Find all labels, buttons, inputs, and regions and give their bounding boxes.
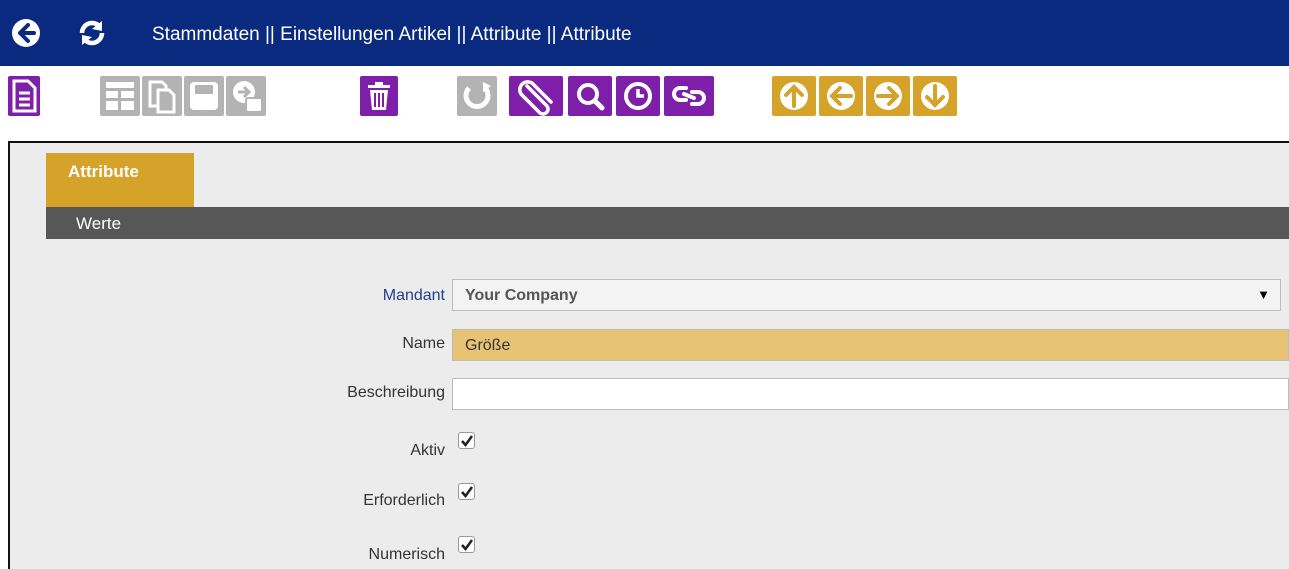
previous-record-button[interactable]: [819, 76, 863, 116]
history-button[interactable]: [616, 76, 660, 116]
section-header[interactable]: Werte: [46, 207, 1289, 239]
mandant-value: Your Company: [465, 287, 578, 304]
breadcrumb: Stammdaten || Einstellungen Artikel || A…: [152, 24, 632, 45]
undo-icon: [463, 82, 491, 109]
clock-icon: [624, 82, 652, 110]
mandant-select[interactable]: Your Company ▼: [452, 279, 1281, 311]
undo-button[interactable]: [457, 76, 497, 116]
tab-attribute[interactable]: Attribute: [46, 153, 194, 209]
refresh-icon[interactable]: [76, 17, 108, 49]
save-and-new-button[interactable]: [226, 76, 266, 116]
paperclip-icon: [518, 80, 553, 116]
save-icon: [190, 82, 218, 110]
search-button[interactable]: [568, 76, 612, 116]
form-panel: Attribute Werte Mandant Your Company ▼ N…: [8, 141, 1289, 569]
chevron-down-icon: ▼: [1257, 287, 1270, 302]
arrow-right-icon: [874, 82, 902, 110]
name-label: Name: [402, 335, 445, 352]
erforderlich-label: Erforderlich: [363, 492, 445, 509]
new-record-button[interactable]: [8, 76, 40, 116]
trash-icon: [368, 82, 390, 110]
mandant-label: Mandant: [382, 287, 445, 304]
last-record-button[interactable]: [913, 76, 957, 116]
title-bar: Stammdaten || Einstellungen Artikel || A…: [0, 0, 1289, 66]
arrow-left-icon: [827, 82, 855, 110]
beschreibung-field[interactable]: [452, 378, 1289, 410]
grid-icon: [106, 82, 134, 110]
save-button[interactable]: [184, 76, 224, 116]
link-icon: [672, 86, 706, 106]
search-icon: [577, 83, 605, 111]
first-record-button[interactable]: [772, 76, 816, 116]
copy-record-button[interactable]: [142, 76, 182, 116]
delete-button[interactable]: [360, 76, 398, 116]
numerisch-label: Numerisch: [368, 546, 445, 563]
link-button[interactable]: [664, 76, 714, 116]
attachment-button[interactable]: [509, 76, 563, 116]
arrow-down-icon: [921, 82, 949, 110]
name-field[interactable]: Größe: [452, 329, 1289, 361]
save-new-icon: [233, 81, 263, 113]
checkmark-icon: [461, 486, 474, 499]
erforderlich-checkbox[interactable]: [458, 483, 475, 500]
toolbar: [0, 66, 1289, 142]
beschreibung-label: Beschreibung: [347, 384, 445, 401]
aktiv-label: Aktiv: [410, 442, 445, 459]
grid-toggle-button[interactable]: [100, 76, 140, 116]
aktiv-checkbox[interactable]: [458, 432, 475, 449]
back-arrow-icon[interactable]: [10, 17, 42, 49]
next-record-button[interactable]: [866, 76, 910, 116]
checkmark-icon: [461, 435, 474, 448]
numerisch-checkbox[interactable]: [458, 536, 475, 553]
copy-icon: [148, 80, 176, 114]
new-document-icon: [12, 79, 37, 113]
arrow-up-icon: [780, 82, 808, 110]
checkmark-icon: [461, 539, 474, 552]
